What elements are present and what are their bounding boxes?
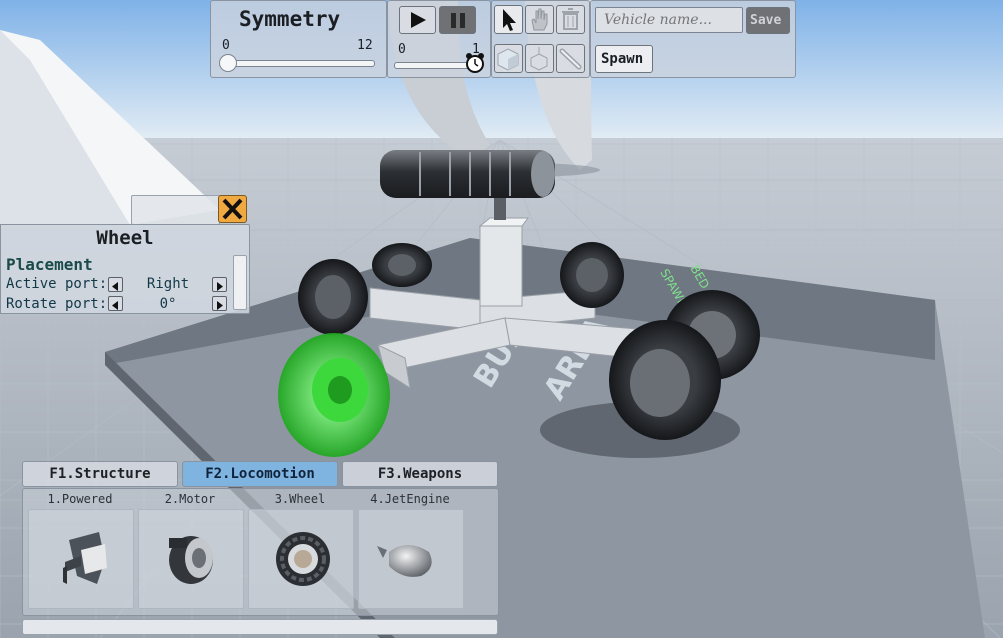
pause-button[interactable]	[439, 6, 476, 34]
motor-icon	[169, 536, 213, 584]
delete-tool-button[interactable]	[556, 5, 585, 34]
attach-tool-button[interactable]	[525, 44, 554, 73]
symmetry-slider-handle[interactable]	[219, 54, 237, 72]
wheel-rear-right	[560, 242, 624, 308]
time-min-label: 0	[398, 42, 406, 57]
symmetry-slider-track[interactable]	[223, 60, 375, 67]
symmetry-min-label: 0	[222, 38, 230, 53]
close-icon	[222, 198, 243, 220]
inspector-header-spacer	[131, 195, 220, 225]
part-label: 1.Powered	[47, 492, 113, 506]
symmetry-max-label: 12	[357, 38, 373, 53]
symmetry-title: Symmetry	[239, 7, 341, 31]
tools-panel	[491, 0, 590, 78]
active-port-label: Active port:	[6, 276, 108, 292]
rotate-port-prev-button[interactable]	[108, 296, 123, 311]
wheel-icon	[276, 532, 330, 586]
rod-icon	[559, 48, 582, 70]
tab-structure[interactable]: F1.Structure	[22, 461, 178, 487]
wheel-selected-preview	[278, 333, 390, 457]
active-port-next-button[interactable]	[212, 277, 227, 292]
parts-scrollbar[interactable]	[22, 619, 498, 635]
wheel-rear-left	[298, 259, 368, 335]
tab-locomotion[interactable]: F2.Locomotion	[182, 461, 338, 487]
wheel-front-right	[609, 320, 721, 440]
vehicle-name-input[interactable]	[595, 7, 743, 33]
part-wheel[interactable]: 3.Wheel	[246, 490, 354, 609]
spawn-button[interactable]: Spawn	[595, 45, 653, 73]
playback-panel: 0 1	[387, 0, 491, 78]
active-port-prev-button[interactable]	[108, 277, 123, 292]
alarm-clock-icon	[466, 53, 484, 73]
part-card	[248, 509, 354, 609]
arrow-left-icon	[112, 282, 118, 291]
part-jet-engine[interactable]: 4.JetEngine	[356, 490, 464, 609]
inspector-panel: Wheel Placement Active port: Right Rotat…	[0, 224, 250, 314]
rotate-port-next-button[interactable]	[212, 296, 227, 311]
part-powered[interactable]: 1.Powered	[26, 490, 134, 609]
trash-icon	[562, 8, 579, 30]
spawn-button-label: Spawn	[601, 51, 644, 67]
pause-icon	[451, 13, 465, 28]
play-icon	[411, 12, 426, 28]
save-button-label: Save	[750, 13, 782, 28]
part-label: 3.Wheel	[274, 492, 326, 506]
cursor-icon	[503, 9, 516, 31]
cube-outline-icon	[530, 47, 548, 71]
arrow-right-icon	[217, 301, 223, 310]
part-card	[138, 509, 244, 609]
wheel-rear-mid	[372, 243, 432, 287]
part-motor[interactable]: 2.Motor	[136, 490, 244, 609]
arrow-left-icon	[112, 301, 118, 310]
tab-weapons[interactable]: F3.Weapons	[342, 461, 498, 487]
part-card	[358, 509, 464, 609]
inspector-section-title: Placement	[6, 255, 93, 274]
grab-tool-button[interactable]	[525, 5, 554, 34]
close-inspector-button[interactable]	[218, 195, 247, 223]
connector-tool-button[interactable]	[556, 44, 585, 73]
rotate-port-label: Rotate port:	[6, 296, 108, 312]
hand-icon	[531, 8, 548, 31]
part-label: 4.JetEngine	[370, 492, 450, 506]
arrow-right-icon	[217, 282, 223, 291]
inspector-title: Wheel	[96, 227, 154, 249]
active-port-value: Right	[146, 276, 190, 292]
play-button[interactable]	[399, 6, 436, 34]
jet-engine-icon	[377, 545, 432, 577]
vehicle-panel: Save Spawn	[590, 0, 796, 78]
powered-wheel-mount-icon	[63, 532, 107, 584]
part-label: 2.Motor	[164, 492, 216, 506]
rotate-port-value: 0°	[159, 296, 177, 312]
save-button[interactable]: Save	[746, 7, 790, 34]
time-scale-slider-handle[interactable]	[464, 52, 486, 74]
inspector-scrollbar[interactable]	[233, 255, 247, 310]
symmetry-panel: Symmetry 0 12	[210, 0, 387, 78]
select-tool-button[interactable]	[494, 5, 523, 34]
cube-icon	[497, 48, 519, 71]
part-card	[28, 509, 134, 609]
block-tool-button[interactable]	[494, 44, 523, 73]
